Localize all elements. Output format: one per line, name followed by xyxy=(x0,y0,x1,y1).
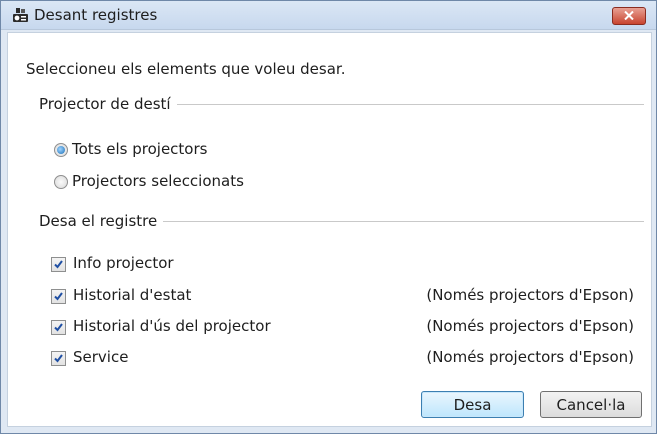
group-label-target: Projector de destí xyxy=(39,95,177,113)
epson-only-note: (Només projectors d'Epson) xyxy=(426,348,634,366)
checkbox-label-usage-history[interactable]: Historial d'ús del projector xyxy=(73,317,271,335)
close-icon xyxy=(624,11,634,20)
radio-all-projectors[interactable] xyxy=(54,143,68,157)
projector-app-icon xyxy=(12,7,29,23)
radio-selected-projectors[interactable] xyxy=(54,175,68,189)
checkbox-status-history[interactable] xyxy=(51,289,66,304)
check-icon xyxy=(54,323,63,332)
epson-only-note: (Només projectors d'Epson) xyxy=(426,286,634,304)
checkbox-service[interactable] xyxy=(51,351,66,366)
radio-label-selected-projectors[interactable]: Projectors seleccionats xyxy=(72,172,244,190)
save-button[interactable]: Desa xyxy=(421,391,524,418)
check-icon xyxy=(54,354,63,363)
check-icon xyxy=(54,260,63,269)
checkbox-label-info-projector[interactable]: Info projector xyxy=(73,254,174,272)
epson-only-note: (Només projectors d'Epson) xyxy=(426,317,634,335)
title-bar[interactable]: Desant registres xyxy=(1,1,656,30)
save-logs-dialog: Desant registres Seleccioneu els element… xyxy=(0,0,657,434)
instruction-text: Seleccioneu els elements que voleu desar… xyxy=(26,60,346,78)
group-label-log: Desa el registre xyxy=(39,212,164,230)
radio-label-all-projectors[interactable]: Tots els projectors xyxy=(72,140,207,158)
checkbox-usage-history[interactable] xyxy=(51,320,66,335)
check-icon xyxy=(54,292,63,301)
checkbox-info-projector[interactable] xyxy=(51,257,66,272)
cancel-button[interactable]: Cancel·la xyxy=(540,391,642,418)
checkbox-label-service[interactable]: Service xyxy=(73,348,128,366)
window-title: Desant registres xyxy=(34,6,158,24)
close-button[interactable] xyxy=(612,7,646,25)
checkbox-label-status-history[interactable]: Historial d'estat xyxy=(73,286,191,304)
